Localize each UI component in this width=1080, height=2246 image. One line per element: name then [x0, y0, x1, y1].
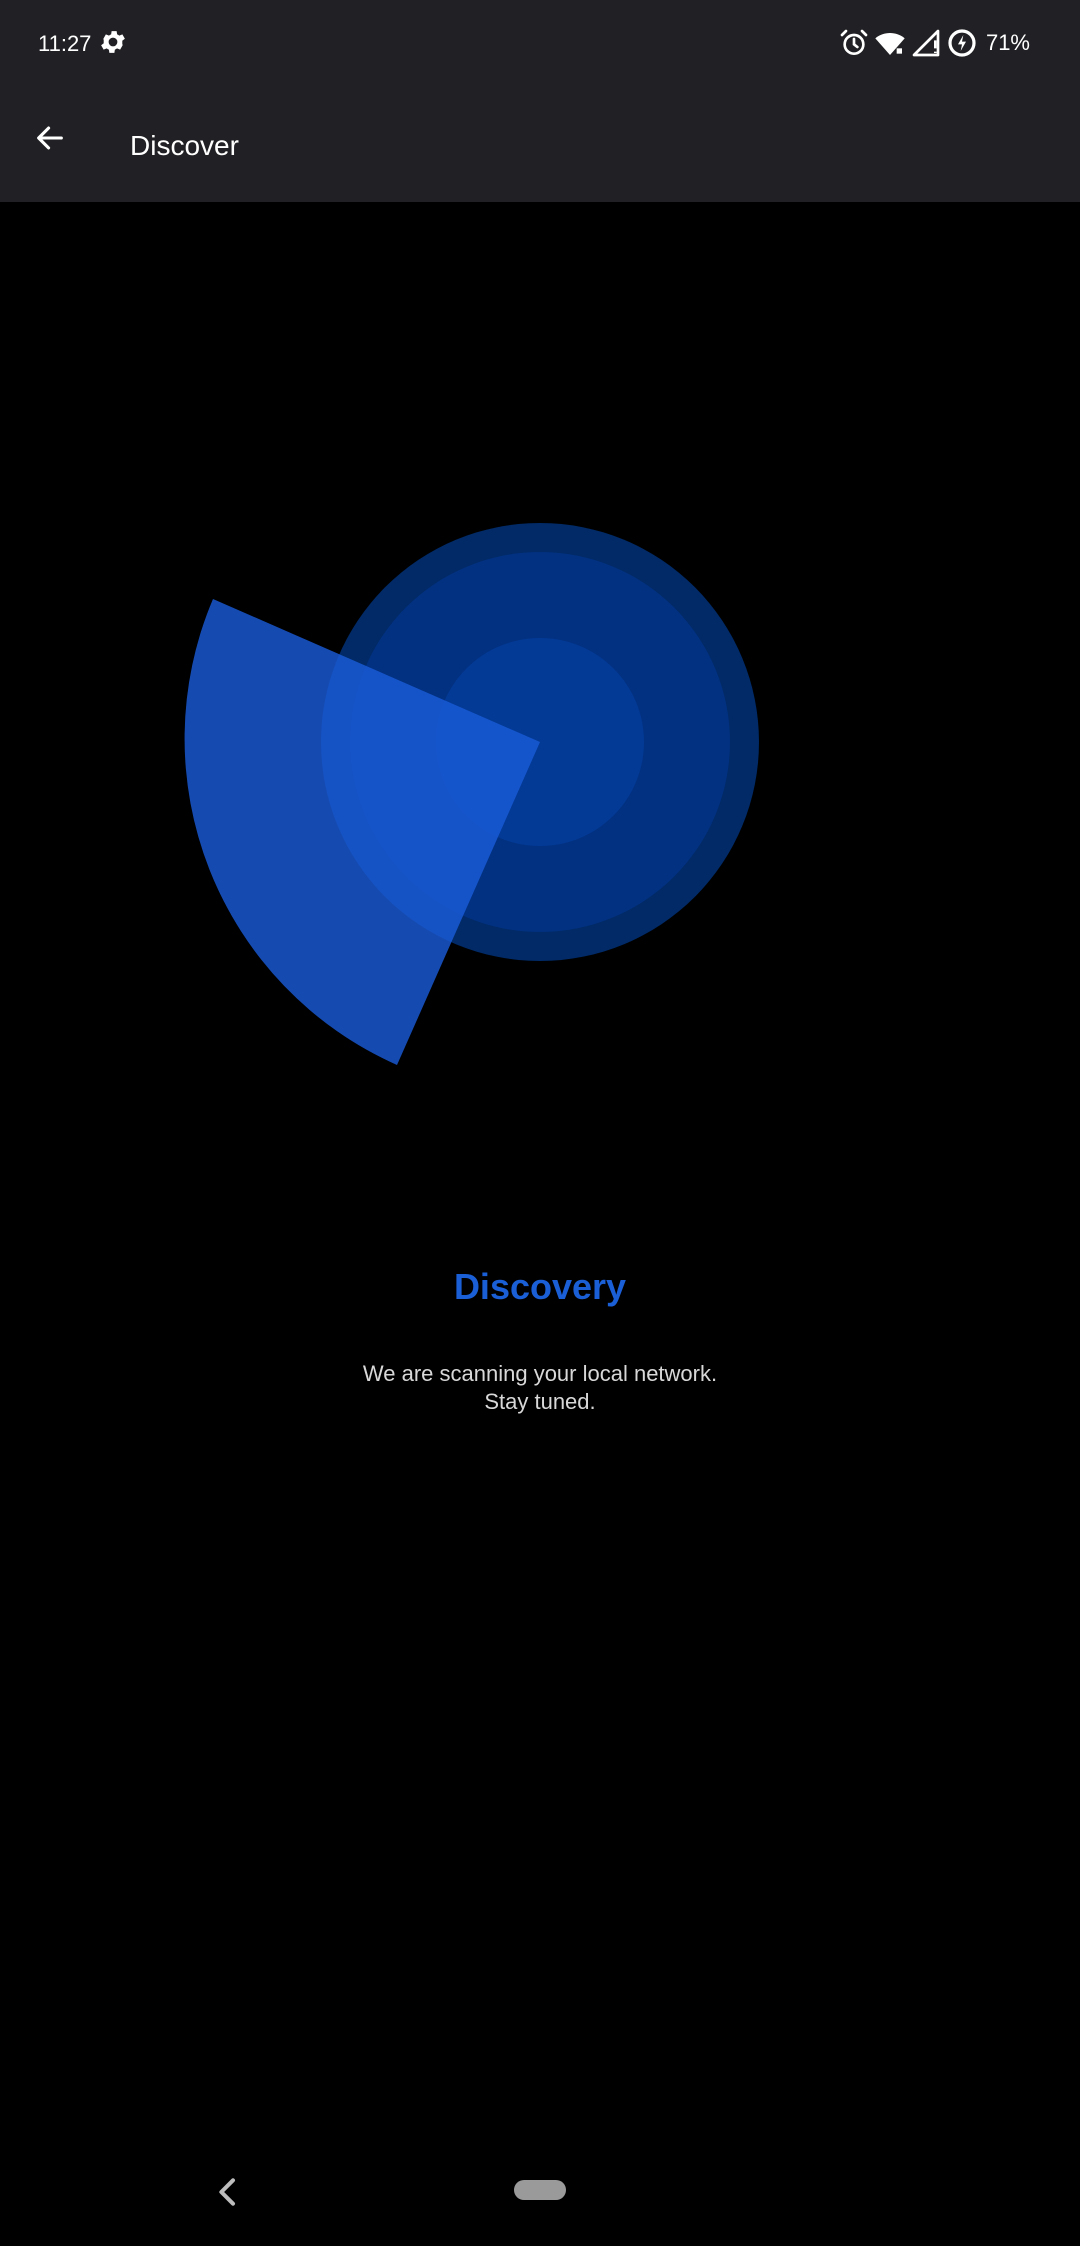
description-line-2: Stay tuned.	[484, 1389, 596, 1414]
nav-back-icon[interactable]	[208, 2172, 248, 2212]
home-pill-icon[interactable]	[514, 2180, 566, 2200]
description-line-1: We are scanning your local network.	[362, 1361, 718, 1386]
discover-screen: 11:27 71% Discover Discovery We are scan…	[0, 0, 1080, 2246]
system-nav-bar	[0, 2136, 1080, 2246]
radar-illustration	[184, 523, 759, 1065]
discovery-heading: Discovery	[453, 1266, 627, 1307]
discovery-description: We are scanning your local network. Stay…	[0, 1360, 1080, 1416]
